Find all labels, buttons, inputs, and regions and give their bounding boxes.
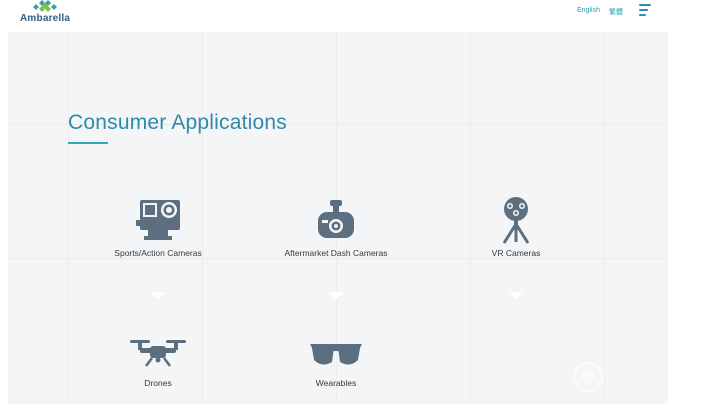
watermark-icon bbox=[572, 361, 604, 393]
app-tile-aftermarket-dash-cameras[interactable]: Aftermarket Dash Cameras bbox=[256, 196, 416, 258]
logo-mark-icon bbox=[33, 0, 57, 12]
drone-icon bbox=[130, 340, 186, 367]
app-tile-wearables[interactable]: Wearables bbox=[256, 334, 416, 388]
ambarella-logo[interactable]: Ambarella bbox=[20, 0, 80, 28]
action-camera-icon bbox=[136, 200, 180, 240]
app-tile-vr-cameras[interactable]: VR Cameras bbox=[436, 196, 596, 258]
app-label: Wearables bbox=[315, 378, 357, 388]
title-underline bbox=[68, 142, 108, 144]
chevron-down-icon bbox=[508, 292, 524, 299]
app-tile-drones[interactable]: Drones bbox=[78, 334, 238, 388]
grid-line bbox=[68, 32, 69, 404]
top-header: Ambarella English 繁體 bbox=[8, 0, 668, 32]
language-traditional-chinese-link[interactable]: 繁體 bbox=[609, 7, 623, 17]
app-label: Drones bbox=[144, 378, 172, 388]
smart-glasses-icon bbox=[310, 344, 362, 365]
app-label: VR Cameras bbox=[491, 248, 541, 258]
chevron-down-icon bbox=[328, 292, 344, 299]
app-label: Sports/Action Cameras bbox=[114, 248, 202, 258]
app-tile-sports-action-cameras[interactable]: Sports/Action Cameras bbox=[78, 196, 238, 258]
page-canvas: Ambarella English 繁體 Consumer Applicatio… bbox=[8, 0, 668, 404]
vr-camera-icon bbox=[502, 197, 530, 244]
section-title: Consumer Applications bbox=[68, 111, 287, 135]
logo-text: Ambarella bbox=[20, 13, 71, 24]
chevron-down-icon bbox=[150, 292, 166, 299]
app-label: Aftermarket Dash Cameras bbox=[284, 248, 388, 258]
grid-line bbox=[604, 32, 605, 404]
dash-camera-icon bbox=[318, 200, 354, 238]
language-english-link[interactable]: English bbox=[577, 7, 600, 14]
hamburger-menu-icon[interactable] bbox=[639, 4, 653, 16]
grid-line bbox=[8, 258, 668, 259]
watermark-logo bbox=[568, 360, 668, 396]
